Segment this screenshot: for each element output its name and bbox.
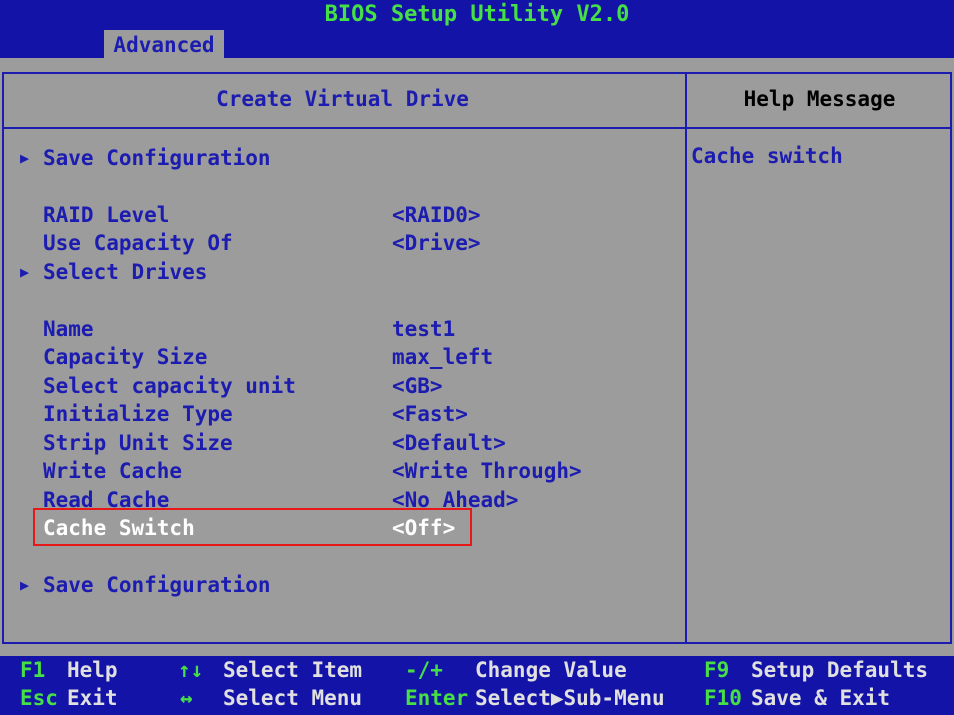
menu-item-capacity-size[interactable]: Capacity Size max_left: [20, 343, 660, 371]
key-esc-desc: Exit: [67, 686, 118, 710]
key-enter: Enter: [405, 686, 469, 710]
menu-item-label: Capacity Size: [43, 345, 208, 369]
key-f1: F1: [20, 658, 46, 682]
key-f1-desc: Help: [67, 658, 118, 682]
menu-item-select-drives[interactable]: ▶ Select Drives: [20, 258, 660, 286]
tab-advanced[interactable]: Advanced: [104, 30, 224, 60]
menu-item-value[interactable]: max_left: [392, 343, 493, 371]
key-legend-bar: F1 Help ↑↓ Select Item -/+ Change Value …: [0, 656, 954, 715]
key-f10: F10: [704, 686, 742, 710]
menu-item-use-capacity-of[interactable]: Use Capacity Of <Drive>: [20, 229, 660, 257]
key-f9: F9: [704, 658, 730, 682]
key-leftright-arrows-icon: ↔: [180, 686, 193, 710]
key-enter-desc: Select▶Sub-Menu: [475, 686, 665, 710]
menu-item-value[interactable]: <RAID0>: [392, 201, 481, 229]
help-message: Cache switch: [691, 144, 843, 168]
key-updown-desc: Select Item: [223, 658, 363, 682]
submenu-arrow-icon: ▶: [20, 263, 30, 281]
menu-item-save-configuration-bottom[interactable]: ▶ Save Configuration: [20, 571, 660, 599]
menu-item-label: Save Configuration: [43, 146, 271, 170]
menu-item-label: RAID Level: [43, 203, 170, 227]
menu-item-value[interactable]: <GB>: [392, 372, 443, 400]
menu-item-label: Write Cache: [43, 459, 183, 483]
menu-item-value[interactable]: <Fast>: [392, 400, 468, 428]
key-plus-minus-desc: Change Value: [475, 658, 627, 682]
key-f10-desc: Save & Exit: [751, 686, 891, 710]
menu-item-label: Save Configuration: [43, 573, 271, 597]
menu-item-label: Name: [43, 317, 94, 341]
selection-highlight-box: [33, 508, 472, 546]
menu-item-initialize-type[interactable]: Initialize Type <Fast>: [20, 400, 660, 428]
menu-item-write-cache[interactable]: Write Cache <Write Through>: [20, 457, 660, 485]
menu-item-label: Select capacity unit: [43, 374, 296, 398]
app-title: BIOS Setup Utility V2.0: [324, 2, 630, 27]
page-title: Create Virtual Drive: [216, 87, 469, 111]
key-updown-arrows-icon: ↑↓: [178, 658, 204, 682]
key-plus-minus: -/+: [405, 658, 443, 682]
menu-item-label: Use Capacity Of: [43, 231, 233, 255]
menu-item-label: Strip Unit Size: [43, 431, 233, 455]
menu-item-label: Initialize Type: [43, 402, 233, 426]
menu-item-select-capacity-unit[interactable]: Select capacity unit <GB>: [20, 372, 660, 400]
menu-item-value[interactable]: test1: [392, 315, 455, 343]
menu-item-label: Select Drives: [43, 260, 208, 284]
help-panel-title: Help Message: [743, 87, 896, 111]
menu-item-raid-level[interactable]: RAID Level <RAID0>: [20, 201, 660, 229]
key-leftright-desc: Select Menu: [223, 686, 363, 710]
menu-item-strip-unit-size[interactable]: Strip Unit Size <Default>: [20, 429, 660, 457]
key-f9-desc: Setup Defaults: [751, 658, 929, 682]
menu-item-value[interactable]: <Write Through>: [392, 457, 582, 485]
panel-divider: [685, 72, 687, 644]
menu-item-value[interactable]: <Drive>: [392, 229, 481, 257]
top-bar: BIOS Setup Utility V2.0 Advanced: [0, 0, 954, 60]
submenu-arrow-icon: ▶: [20, 149, 30, 167]
submenu-arrow-icon: ▶: [20, 576, 30, 594]
menu-item-name[interactable]: Name test1: [20, 315, 660, 343]
header-divider: [2, 127, 952, 129]
menu-item-value[interactable]: <Default>: [392, 429, 506, 457]
key-esc: Esc: [20, 686, 58, 710]
menu-item-save-configuration-top[interactable]: ▶ Save Configuration: [20, 144, 660, 172]
